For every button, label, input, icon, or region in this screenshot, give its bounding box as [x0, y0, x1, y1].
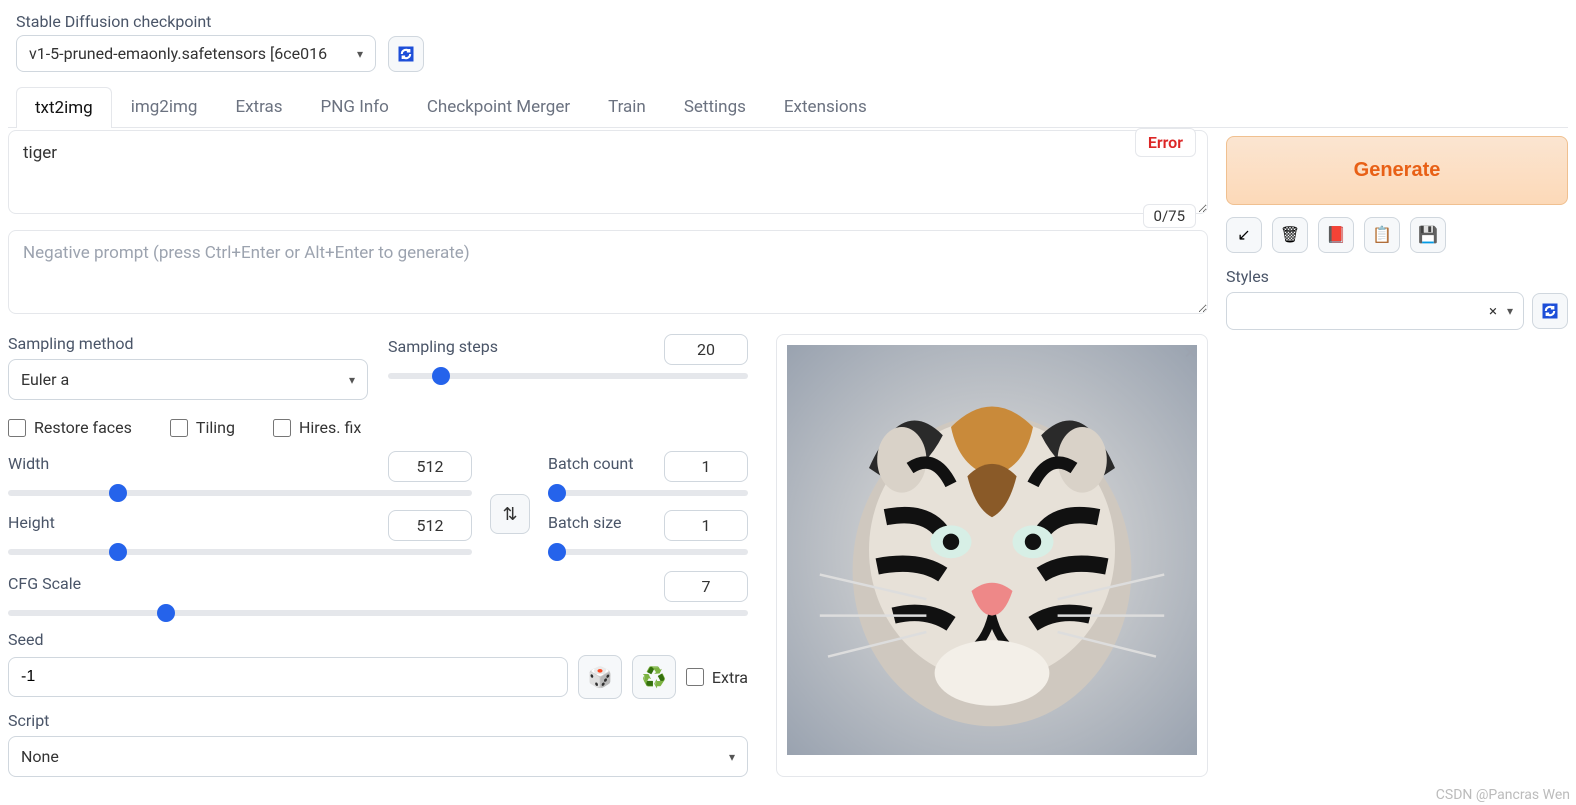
styles-label: Styles	[1226, 267, 1568, 286]
paste-button[interactable]: 📋	[1364, 217, 1400, 253]
refresh-styles-button[interactable]	[1532, 293, 1568, 329]
width-value[interactable]: 512	[388, 451, 472, 482]
script-select[interactable]: None ▾	[8, 736, 748, 777]
generate-button[interactable]: Generate	[1226, 136, 1568, 205]
batch-size-label: Batch size	[548, 513, 622, 532]
tab-train[interactable]: Train	[589, 86, 665, 127]
tab-extras[interactable]: Extras	[216, 86, 301, 127]
styles-apply-button[interactable]: 📕	[1318, 217, 1354, 253]
swap-dimensions-button[interactable]: ⇅	[490, 494, 530, 534]
close-output-button[interactable]: ✕	[1184, 343, 1197, 362]
restore-faces-check[interactable]: Restore faces	[8, 418, 132, 437]
cfg-slider[interactable]	[8, 610, 748, 616]
tiling-check[interactable]: Tiling	[170, 418, 235, 437]
refresh-icon	[1540, 301, 1560, 321]
reuse-seed-button[interactable]: ♻️	[632, 655, 676, 699]
tab-settings[interactable]: Settings	[665, 86, 765, 127]
sampling-method-select[interactable]: Euler a ▾	[8, 359, 368, 400]
batch-count-slider[interactable]	[548, 490, 748, 496]
tab-img2img[interactable]: img2img	[112, 86, 217, 127]
checkpoint-value: v1-5-pruned-emaonly.safetensors [6ce016	[29, 44, 327, 63]
send-to-button[interactable]: ↙	[1226, 217, 1262, 253]
script-value: None	[21, 747, 59, 766]
tab-checkpoint-merger[interactable]: Checkpoint Merger	[408, 86, 589, 127]
batch-size-slider[interactable]	[548, 549, 748, 555]
output-panel: ✕	[776, 334, 1208, 777]
sampling-method-value: Euler a	[21, 370, 69, 389]
styles-select[interactable]: × ▾	[1226, 292, 1524, 330]
checkpoint-label: Stable Diffusion checkpoint	[16, 12, 376, 31]
sampling-steps-label: Sampling steps	[388, 337, 498, 356]
refresh-icon	[396, 44, 416, 64]
batch-count-label: Batch count	[548, 454, 633, 473]
trash-icon: 🗑	[1280, 225, 1300, 245]
tab-pnginfo[interactable]: PNG Info	[302, 86, 408, 127]
swap-icon: ⇅	[502, 504, 517, 525]
clear-icon[interactable]: ×	[1489, 302, 1497, 320]
token-counter: 0/75	[1143, 204, 1196, 228]
seed-label: Seed	[8, 630, 748, 649]
script-label: Script	[8, 711, 748, 730]
save-style-button[interactable]: 💾	[1410, 217, 1446, 253]
refresh-checkpoint-button[interactable]	[388, 36, 424, 72]
width-label: Width	[8, 454, 49, 473]
cfg-value[interactable]: 7	[664, 571, 748, 602]
dice-icon: 🎲	[587, 665, 612, 690]
tab-extensions[interactable]: Extensions	[765, 86, 886, 127]
book-icon: 📕	[1326, 225, 1346, 245]
save-icon: 💾	[1418, 225, 1438, 245]
arrow-icon: ↙	[1237, 225, 1250, 245]
batch-size-value[interactable]: 1	[664, 510, 748, 541]
seed-input[interactable]	[8, 657, 568, 697]
cfg-label: CFG Scale	[8, 574, 81, 593]
checkpoint-select[interactable]: v1-5-pruned-emaonly.safetensors [6ce016 …	[16, 35, 376, 72]
tab-bar: txt2img img2img Extras PNG Info Checkpoi…	[8, 86, 1568, 128]
clipboard-icon: 📋	[1372, 225, 1392, 245]
sampling-method-label: Sampling method	[8, 334, 368, 353]
height-value[interactable]: 512	[388, 510, 472, 541]
chevron-down-icon: ▾	[349, 373, 355, 387]
hires-fix-check[interactable]: Hires. fix	[273, 418, 361, 437]
sampling-steps-value[interactable]: 20	[664, 334, 748, 365]
height-slider[interactable]	[8, 549, 472, 555]
width-slider[interactable]	[8, 490, 472, 496]
tab-txt2img[interactable]: txt2img	[16, 87, 112, 128]
chevron-down-icon: ▾	[1507, 304, 1513, 318]
chevron-down-icon: ▾	[357, 47, 363, 61]
chevron-down-icon: ▾	[729, 750, 735, 764]
negative-prompt-input[interactable]	[8, 230, 1208, 314]
random-seed-button[interactable]: 🎲	[578, 655, 622, 699]
error-badge: Error	[1135, 128, 1196, 157]
generated-image[interactable]	[787, 345, 1197, 755]
sampling-steps-slider[interactable]	[388, 373, 748, 379]
extra-seed-check[interactable]: Extra	[686, 668, 748, 687]
recycle-icon: ♻️	[641, 665, 666, 690]
batch-count-value[interactable]: 1	[664, 451, 748, 482]
clear-prompt-button[interactable]: 🗑	[1272, 217, 1308, 253]
prompt-input[interactable]	[8, 130, 1208, 214]
height-label: Height	[8, 513, 55, 532]
watermark: CSDN @Pancras Wen	[1436, 787, 1570, 803]
